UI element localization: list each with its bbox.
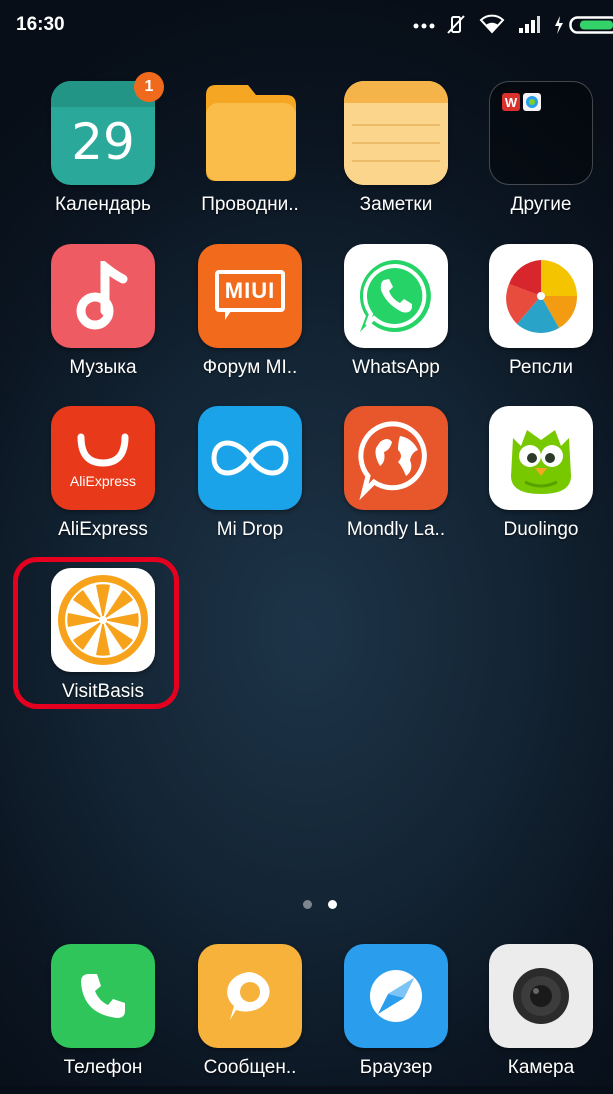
dock-label-phone: Телефон bbox=[64, 1057, 143, 1079]
visitbasis-highlight-frame bbox=[13, 557, 179, 709]
app-mondly[interactable]: Mondly La.. bbox=[331, 406, 461, 556]
camera-icon bbox=[489, 944, 593, 1048]
notes-icon bbox=[344, 81, 448, 185]
miui-logo-text: MIUI bbox=[225, 278, 275, 304]
app-repsli[interactable]: Репсли bbox=[476, 244, 606, 394]
app-label-calendar: Календарь bbox=[55, 194, 151, 216]
page-indicator bbox=[0, 896, 613, 912]
app-notes[interactable]: Заметки bbox=[331, 81, 461, 231]
dock-phone[interactable]: Телефон bbox=[38, 944, 168, 1094]
app-mi-drop[interactable]: Mi Drop bbox=[185, 406, 315, 556]
app-label-repsli: Репсли bbox=[509, 357, 573, 379]
app-label-miui-forum: Форум MI.. bbox=[203, 357, 298, 379]
app-label-explorer: Проводни.. bbox=[201, 194, 299, 216]
app-whatsapp[interactable]: WhatsApp bbox=[331, 244, 461, 394]
mondly-icon bbox=[344, 406, 448, 510]
app-label-notes: Заметки bbox=[360, 194, 433, 216]
folder-others-icon: W bbox=[489, 81, 593, 185]
browser-icon bbox=[344, 944, 448, 1048]
app-label-whatsapp: WhatsApp bbox=[352, 357, 440, 379]
dock-label-camera: Камера bbox=[508, 1057, 574, 1079]
duolingo-icon bbox=[489, 406, 593, 510]
repsli-icon bbox=[489, 244, 593, 348]
app-explorer[interactable]: Проводни.. bbox=[185, 81, 315, 231]
aliexpress-logo-text: AliExpress bbox=[70, 473, 136, 489]
svg-text:W: W bbox=[505, 95, 518, 110]
messages-icon bbox=[198, 944, 302, 1048]
home-screen: 16:30 bbox=[0, 0, 613, 1086]
dock-messages[interactable]: Сообщен.. bbox=[185, 944, 315, 1094]
app-label-others: Другие bbox=[511, 194, 572, 216]
dock-label-browser: Браузер bbox=[360, 1057, 433, 1079]
mi-drop-icon bbox=[198, 406, 302, 510]
app-label-duolingo: Duolingo bbox=[504, 519, 579, 541]
app-folder-others[interactable]: W Другие bbox=[476, 81, 606, 231]
app-label-mi-drop: Mi Drop bbox=[217, 519, 284, 541]
dock-browser[interactable]: Браузер bbox=[331, 944, 461, 1094]
app-calendar[interactable]: 29 Календарь bbox=[38, 81, 168, 231]
app-label-music: Музыка bbox=[69, 357, 136, 379]
dock-label-messages: Сообщен.. bbox=[204, 1057, 297, 1079]
dock-camera[interactable]: Камера bbox=[476, 944, 606, 1094]
notification-badge: 1 bbox=[134, 72, 164, 102]
page-dot-2-active[interactable] bbox=[328, 900, 337, 909]
aliexpress-icon: AliExpress bbox=[51, 406, 155, 510]
app-grid: 29 Календарь 1 Проводни.. bbox=[0, 0, 613, 1086]
folder-icon bbox=[198, 81, 302, 185]
app-aliexpress[interactable]: AliExpress AliExpress bbox=[38, 406, 168, 556]
phone-icon bbox=[51, 944, 155, 1048]
app-label-aliexpress: AliExpress bbox=[58, 519, 148, 541]
music-icon bbox=[51, 244, 155, 348]
app-music[interactable]: Музыка bbox=[38, 244, 168, 394]
whatsapp-icon bbox=[344, 244, 448, 348]
page-dot-1[interactable] bbox=[303, 900, 312, 909]
app-label-mondly: Mondly La.. bbox=[347, 519, 445, 541]
app-duolingo[interactable]: Duolingo bbox=[476, 406, 606, 556]
calendar-date: 29 bbox=[71, 113, 135, 171]
miui-forum-icon: MIUI bbox=[198, 244, 302, 348]
app-miui-forum[interactable]: MIUI Форум MI.. bbox=[185, 244, 315, 394]
